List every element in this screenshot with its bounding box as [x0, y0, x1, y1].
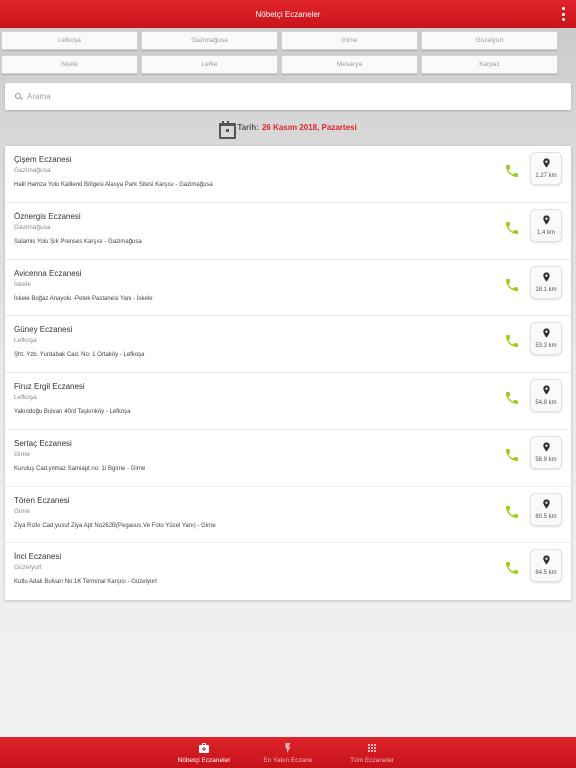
bottom-nav: Nöbetçi Eczaneler En Yakın Eczane Tüm Ec…: [0, 737, 576, 768]
tab-en-yakin-eczane[interactable]: En Yakın Eczane: [246, 737, 330, 768]
region-chip-girne[interactable]: Girne: [281, 31, 418, 50]
phone-icon[interactable]: [501, 387, 523, 409]
more-vertical-icon[interactable]: [560, 7, 566, 21]
region-chip-iskele[interactable]: İskele: [1, 55, 138, 74]
list-item[interactable]: Tören Eczanesi Girne Ziya Rızkı Cad;yusu…: [5, 487, 571, 544]
list-item[interactable]: Sertaç Eczanesi Girne Kuruluş Cad.yılmaz…: [5, 430, 571, 487]
region-chip-lefke[interactable]: Lefke: [141, 55, 278, 74]
phone-icon[interactable]: [501, 160, 523, 182]
pharmacy-city: Girne: [14, 507, 30, 515]
pharmacy-city: Güzelyurt: [14, 564, 42, 572]
pharmacy-city: İskele: [14, 280, 31, 288]
list-item[interactable]: Güney Eczanesi Lefkoşa Şht. Yzb. Yurdaba…: [5, 316, 571, 373]
date-value: 26 Kasım 2018, Pazartesi: [261, 122, 357, 132]
location-pin-icon: [542, 158, 550, 168]
pharmacy-address: İskele Boğaz Anayolu -Petek Pastanesi Ya…: [14, 295, 153, 302]
grid-icon: [368, 743, 376, 752]
phone-icon[interactable]: [501, 274, 523, 296]
date-label: Tarih:: [237, 122, 259, 132]
phone-icon[interactable]: [501, 557, 523, 579]
distance-value: 18.1 km: [535, 286, 557, 293]
pharmacy-address: Yakındoğu Bulvarı 40/d Taşkınköy - Lefko…: [14, 409, 131, 415]
phone-icon[interactable]: [501, 330, 523, 352]
list-item[interactable]: Avicenna Eczanesi İskele İskele Boğaz An…: [5, 260, 571, 317]
location-pin-icon: [542, 271, 550, 282]
location-pin-icon: [542, 328, 550, 338]
pharmacy-name: Tören Eczanesi: [14, 495, 70, 505]
pharmacy-address: Salamis Yolu Şık Prenses Karşısı - Gazim…: [14, 238, 142, 245]
distance-button[interactable]: 54.9 km: [530, 379, 562, 412]
pharmacy-name: İnci Eczanesi: [14, 552, 62, 562]
search-icon: [14, 92, 24, 102]
phone-icon[interactable]: [501, 217, 523, 239]
pharmacy-city: Girne: [14, 450, 30, 458]
location-pin-icon: [542, 385, 550, 395]
tab-label: Nöbetçi Eczaneler: [177, 756, 231, 764]
distance-button[interactable]: 1.4 km: [530, 208, 562, 242]
list-item[interactable]: Firuz Ergil Eczanesi Lefkoşa Yakındoğu B…: [5, 373, 571, 430]
pharmacy-city: Lefkoşa: [14, 337, 37, 345]
pharmacy-list: Çişem Eczanesi Gazimağusa Halil Hamza Yo…: [5, 146, 571, 600]
date-row: Tarih: 26 Kasım 2018, Pazartesi: [0, 118, 576, 139]
location-pin-icon: [542, 215, 550, 225]
lightning-icon: [285, 742, 291, 753]
pharmacy-city: Gazimağusa: [14, 167, 51, 174]
region-chip-gazimagusa[interactable]: Gazimağusa: [141, 31, 278, 50]
tab-label: Tüm Eczaneler: [350, 756, 394, 764]
calendar-icon: [219, 120, 237, 139]
pharmacy-address: Kutlu Adalı Bulvarı No:1K Terminal Karşı…: [14, 579, 157, 586]
distance-value: 54.9 km: [535, 400, 557, 406]
app-header: Nöbetçi Eczaneler: [0, 0, 576, 28]
medical-kit-icon: [199, 742, 209, 753]
distance-value: 1.27 km: [535, 173, 557, 179]
pharmacy-name: Güney Eczanesi: [14, 325, 73, 335]
distance-value: 60.5 km: [535, 513, 557, 520]
location-pin-icon: [542, 498, 550, 509]
region-chip-guzelyurt[interactable]: Güzelyurt: [421, 31, 558, 50]
region-filter: Lefkoşa Gazimağusa Girne Güzelyurt İskel…: [1, 31, 558, 74]
location-pin-icon: [542, 555, 550, 565]
pharmacy-name: Çişem Eczanesi: [14, 155, 72, 164]
search-input[interactable]: [27, 92, 547, 101]
search-bar: [5, 83, 571, 110]
distance-value: 84.5 km: [535, 570, 557, 577]
pharmacy-city: Lefkoşa: [14, 394, 37, 401]
pharmacy-address: Kuruluş Cad.yılmaz Samiapt.no: 1/ Bgirne…: [14, 465, 146, 472]
distance-button[interactable]: 18.1 km: [530, 265, 562, 299]
list-item[interactable]: Öznergis Eczanesi Gazimağusa Salamis Yol…: [5, 203, 571, 260]
tab-label: En Yakın Eczane: [263, 756, 313, 764]
list-item[interactable]: Çişem Eczanesi Gazimağusa Halil Hamza Yo…: [5, 146, 571, 203]
region-chip-karpaz[interactable]: Karpaz: [421, 55, 558, 74]
distance-value: 53.3 km: [535, 343, 557, 350]
location-pin-icon: [542, 442, 550, 452]
distance-button[interactable]: 1.27 km: [530, 152, 562, 185]
distance-value: 58.9 km: [535, 456, 557, 463]
phone-icon[interactable]: [501, 501, 523, 523]
distance-button[interactable]: 58.9 km: [530, 435, 562, 469]
pharmacy-address: Şht. Yzb. Yurdabak Cad. No: 1 Ortaköy - …: [14, 352, 145, 359]
region-chip-mesarya[interactable]: Mesarya: [281, 55, 418, 74]
tab-nobetci-eczaneler[interactable]: Nöbetçi Eczaneler: [162, 737, 246, 768]
pharmacy-address: Ziya Rızkı Cad;yusuf Ziya Apt No262B(Peg…: [14, 522, 216, 529]
pharmacy-name: Öznergis Eczanesi: [14, 211, 81, 221]
pharmacy-name: Avicenna Eczanesi: [14, 268, 82, 278]
pharmacy-name: Firuz Ergil Eczanesi: [14, 382, 85, 391]
region-chip-lefkosa[interactable]: Lefkoşa: [1, 31, 138, 50]
distance-button[interactable]: 60.5 km: [530, 492, 562, 526]
pharmacy-name: Sertaç Eczanesi: [14, 438, 72, 448]
phone-icon[interactable]: [501, 444, 523, 466]
list-item[interactable]: İnci Eczanesi Güzelyurt Kutlu Adalı Bulv…: [5, 543, 571, 600]
distance-button[interactable]: 53.3 km: [530, 322, 562, 356]
distance-value: 1.4 km: [536, 229, 555, 236]
pharmacy-address: Halil Hamza Yolu Kalilend Bölgesi Alasya…: [14, 182, 213, 188]
page-title: Nöbetçi Eczaneler: [255, 9, 321, 19]
tab-tum-eczaneler[interactable]: Tüm Eczaneler: [330, 737, 414, 768]
distance-button[interactable]: 84.5 km: [530, 549, 562, 583]
pharmacy-city: Gazimağusa: [14, 223, 51, 231]
